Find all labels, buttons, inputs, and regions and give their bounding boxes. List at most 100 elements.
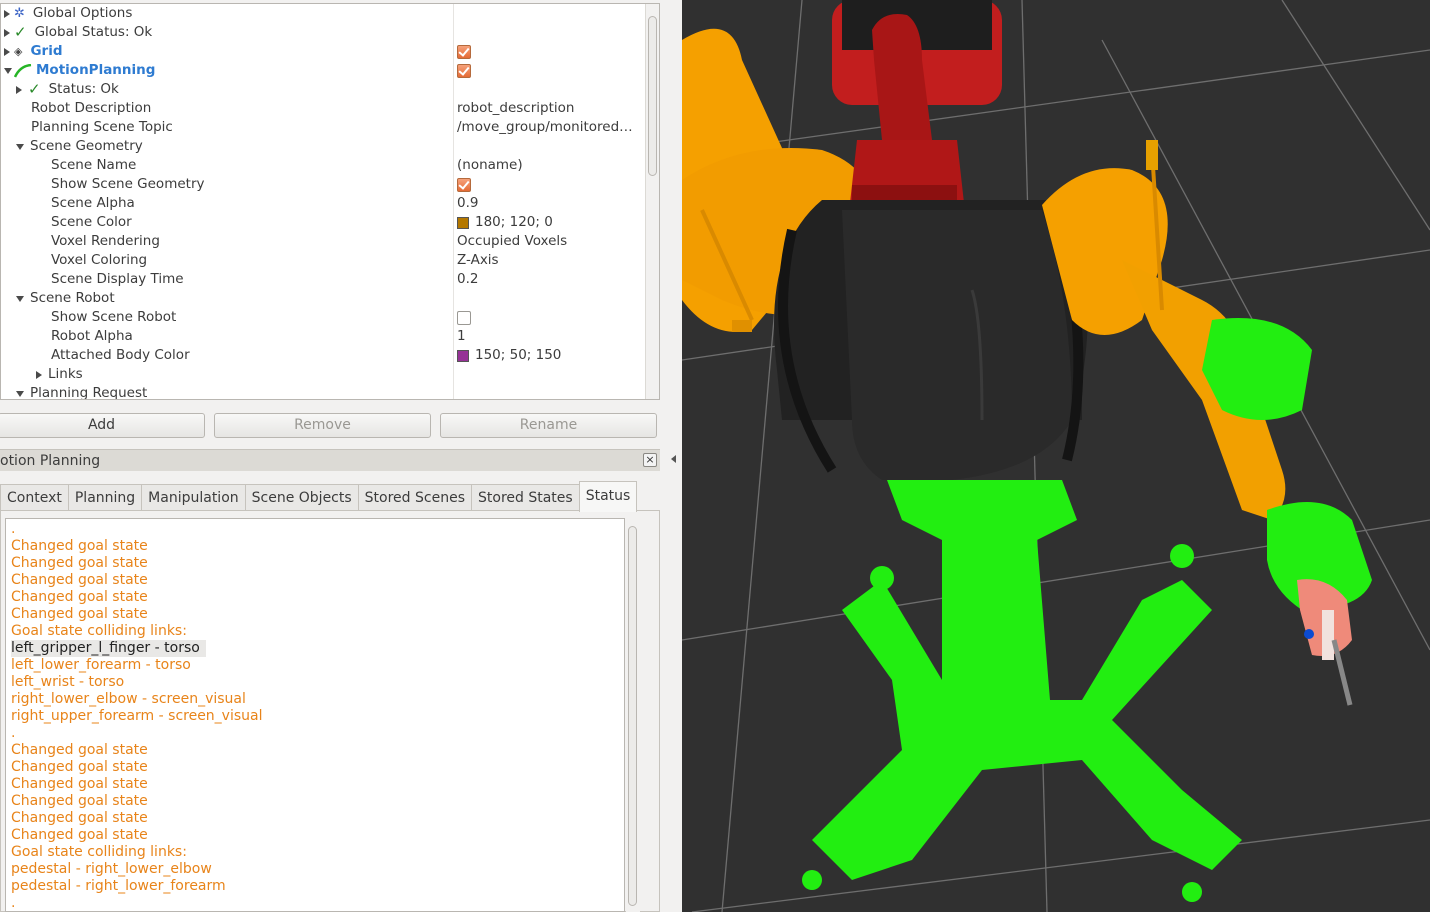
collapse-dock-icon[interactable] (671, 455, 676, 463)
tree-row-scene-display-time[interactable]: Scene Display Time 0.2 (1, 270, 646, 289)
tree-row-show-scene-robot[interactable]: Show Scene Robot (1, 308, 646, 327)
tab-stored-scenes[interactable]: Stored Scenes (357, 484, 472, 513)
check-icon: ✓ (14, 23, 27, 41)
collapse-arrow-icon[interactable] (16, 143, 24, 150)
robot-scene[interactable] (682, 0, 1430, 912)
add-button[interactable]: Add (0, 413, 205, 438)
tree-row-label: Status: Ok (48, 81, 119, 97)
tree-scrollbar[interactable] (645, 4, 659, 399)
log-line: Changed goal state (11, 538, 148, 554)
expand-arrow-icon[interactable] (4, 28, 10, 37)
tree-row-grid[interactable]: ◈ Grid (1, 42, 646, 61)
expand-arrow-icon[interactable] (16, 85, 22, 94)
status-log[interactable]: . Changed goal state Changed goal state … (5, 518, 625, 912)
displays-tree[interactable]: ✲ Global Options ✓ Global Status: Ok ◈ Grid… (0, 3, 660, 400)
log-line: left_lower_forearm - torso (11, 657, 191, 673)
tree-row-label: Global Status: Ok (34, 24, 153, 40)
tree-row-global-status[interactable]: ✓ Global Status: Ok (1, 23, 646, 42)
expand-arrow-icon[interactable] (4, 47, 10, 56)
right-gripper (1297, 579, 1353, 706)
log-line: right_lower_elbow - screen_visual (11, 691, 246, 707)
tree-row-robot-alpha[interactable]: Robot Alpha 1 (1, 327, 646, 346)
tree-row-label: Grid (30, 43, 63, 59)
tree-row-scene-name[interactable]: Scene Name (noname) (1, 156, 646, 175)
motionplanning-enabled-checkbox[interactable] (457, 63, 471, 78)
tree-row-links[interactable]: Links (1, 365, 646, 384)
log-line: Changed goal state (11, 793, 148, 809)
tree-row-scene-geometry[interactable]: Scene Geometry (1, 137, 646, 156)
log-scrollbar[interactable] (626, 520, 640, 912)
close-icon[interactable]: × (643, 453, 657, 467)
ground-grid (682, 0, 1430, 912)
tree-row-planning-scene-topic[interactable]: Planning Scene Topic /move_group/monitor… (1, 118, 646, 137)
log-line: Changed goal state (11, 810, 148, 826)
log-line: Changed goal state (11, 606, 148, 622)
tree-row-scene-alpha[interactable]: Scene Alpha 0.9 (1, 194, 646, 213)
tree-row-attached-body-color[interactable]: Attached Body Color 150; 50; 150 (1, 346, 646, 365)
tree-row-scene-robot[interactable]: Scene Robot (1, 289, 646, 308)
tree-row-label: Global Options (32, 5, 133, 21)
log-line: Changed goal state (11, 572, 148, 588)
remove-button[interactable]: Remove (214, 413, 431, 438)
scene-name-value[interactable]: (noname) (457, 156, 523, 175)
tree-row-show-scene-geometry[interactable]: Show Scene Geometry (1, 175, 646, 194)
tree-row-status[interactable]: ✓ Status: Ok (1, 80, 646, 99)
tree-row-label: MotionPlanning (36, 62, 156, 78)
tab-stored-states[interactable]: Stored States (471, 484, 580, 513)
scene-color-swatch[interactable] (457, 216, 469, 229)
collapse-arrow-icon[interactable] (16, 295, 24, 302)
log-line: Goal state colliding links: (11, 844, 187, 860)
panel-tabs: Context Planning Manipulation Scene Obje… (0, 481, 638, 513)
tree-row-motionplanning[interactable]: MotionPlanning (1, 61, 646, 80)
tree-row-planning-request[interactable]: Planning Request (1, 384, 646, 399)
tree-row-voxel-coloring[interactable]: Voxel Coloring Z-Axis (1, 251, 646, 270)
log-line: Changed goal state (11, 742, 148, 758)
panel-title-bar[interactable]: otion Planning (0, 449, 660, 471)
gear-icon: ✲ (14, 6, 25, 21)
rename-button[interactable]: Rename (440, 413, 657, 438)
dock-splitter[interactable] (662, 0, 682, 912)
show-scene-robot-checkbox[interactable] (457, 310, 471, 325)
check-icon: ✓ (28, 80, 41, 98)
tab-manipulation[interactable]: Manipulation (141, 484, 246, 513)
planning-scene-topic-value[interactable]: /move_group/monitored… (457, 118, 633, 137)
rviz-left-dock: ✲ Global Options ✓ Global Status: Ok ◈ Grid… (0, 0, 680, 912)
3d-viewport[interactable] (682, 0, 1430, 912)
log-line: pedestal - right_lower_forearm (11, 878, 226, 894)
scrollbar-thumb[interactable] (628, 526, 637, 906)
collapse-arrow-icon[interactable] (16, 390, 24, 397)
log-line: Changed goal state (11, 827, 148, 843)
log-line: pedestal - right_lower_elbow (11, 861, 212, 877)
voxel-rendering-value[interactable]: Occupied Voxels (457, 232, 567, 251)
attached-body-color-swatch[interactable] (457, 349, 469, 362)
tree-row-voxel-rendering[interactable]: Voxel Rendering Occupied Voxels (1, 232, 646, 251)
tree-row-robot-description[interactable]: Robot Description robot_description (1, 99, 646, 118)
scene-alpha-value[interactable]: 0.9 (457, 194, 478, 213)
log-line: . (11, 895, 16, 911)
robot-alpha-value[interactable]: 1 (457, 327, 466, 346)
log-line: . (11, 725, 16, 741)
collapse-arrow-icon[interactable] (4, 67, 12, 74)
log-line: Changed goal state (11, 589, 148, 605)
tree-row-global-options[interactable]: ✲ Global Options (1, 4, 646, 23)
tab-context[interactable]: Context (0, 484, 69, 513)
log-line: Goal state colliding links: (11, 623, 187, 639)
expand-arrow-icon[interactable] (36, 370, 42, 379)
tab-planning[interactable]: Planning (67, 484, 143, 513)
show-scene-geometry-checkbox[interactable] (457, 177, 471, 192)
motion-planning-icon (14, 63, 32, 78)
tab-status[interactable]: Status (578, 481, 638, 512)
scene-display-time-value[interactable]: 0.2 (457, 270, 478, 289)
grid-enabled-checkbox[interactable] (457, 44, 471, 59)
scrollbar-thumb[interactable] (648, 16, 657, 176)
torso (774, 0, 1088, 480)
robot-description-value[interactable]: robot_description (457, 99, 574, 118)
panel-title: otion Planning (0, 453, 101, 469)
grid-icon: ◈ (14, 45, 23, 58)
tree-row-scene-color[interactable]: Scene Color 180; 120; 0 (1, 213, 646, 232)
expand-arrow-icon[interactable] (4, 9, 10, 18)
tab-scene-objects[interactable]: Scene Objects (244, 484, 359, 513)
log-line: Changed goal state (11, 776, 148, 792)
log-line-selected[interactable]: left_gripper_l_finger - torso (11, 640, 206, 657)
voxel-coloring-value[interactable]: Z-Axis (457, 251, 499, 270)
